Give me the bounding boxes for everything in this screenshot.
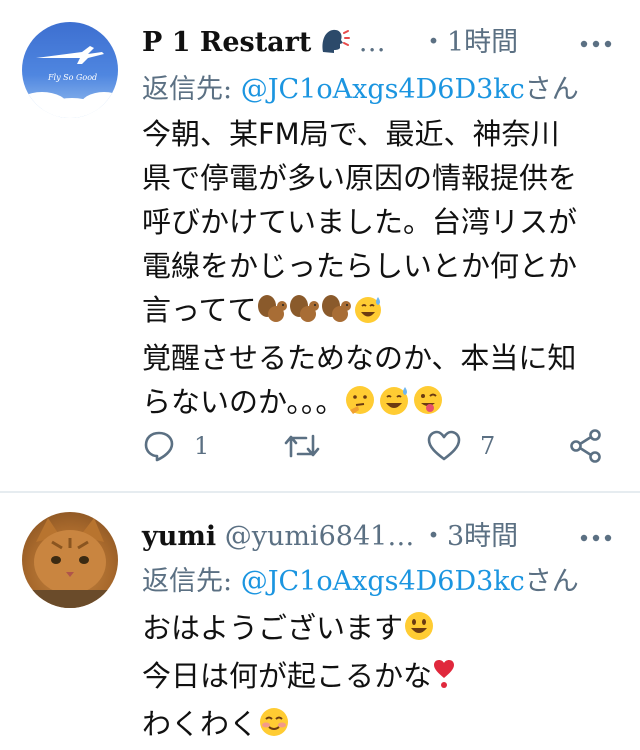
- speaking-head-icon: [320, 27, 350, 64]
- handle: …: [358, 27, 386, 58]
- text-line: 言ってて: [142, 293, 257, 327]
- retweet-icon: [284, 434, 320, 458]
- retweet-button[interactable]: [282, 424, 322, 468]
- like-button[interactable]: 7: [426, 424, 495, 468]
- timestamp[interactable]: ・1時間: [420, 26, 518, 60]
- heart-exclamation-icon: [432, 658, 456, 702]
- text-line-with-emoji: 言ってて: [142, 288, 612, 336]
- text-line: 今朝、某FM局で、最近、神奈川: [142, 117, 560, 151]
- text-line-with-emoji: わくわく: [142, 702, 612, 750]
- reply-icon: [144, 431, 174, 462]
- reply-suffix: さん: [524, 74, 579, 105]
- text-line: 呼びかけていました。台湾リスが: [142, 205, 578, 239]
- reply-mention[interactable]: @JC1oAxgs4D6D3kc: [241, 74, 525, 105]
- reply-to: 返信先: @JC1oAxgs4D6D3kcさん: [142, 72, 579, 108]
- avatar-caption: Fly So Good: [47, 73, 97, 82]
- reply-label: 返信先:: [142, 566, 241, 597]
- avatar[interactable]: [22, 512, 118, 608]
- share-button[interactable]: [568, 424, 604, 468]
- reply-button[interactable]: 1: [142, 424, 209, 468]
- thinking-face-icon: [344, 384, 378, 428]
- tweet[interactable]: yumi @yumi6841… ・3時間 返信先: @JC1oAxgs4D6D3…: [0, 492, 640, 741]
- text-line: 覚醒させるためなのか、本当に知: [142, 341, 577, 375]
- text-line: おはようございます: [142, 611, 404, 645]
- more-icon[interactable]: [578, 30, 614, 58]
- sweat-smile-icon: [353, 292, 385, 336]
- reply-suffix: さん: [524, 566, 579, 597]
- more-icon[interactable]: [578, 524, 614, 552]
- smile-icon: [403, 610, 437, 654]
- text-line: 電線をかじったらしいとか何とか: [142, 249, 578, 283]
- tweet-text: おはようございます 今日は何が起こるかな わくわく: [142, 606, 612, 750]
- cat-avatar-image: [22, 518, 118, 608]
- display-name[interactable]: P 1 Restart: [142, 27, 311, 58]
- text-line-with-emoji: 今日は何が起こるかな: [142, 654, 612, 702]
- chipmunk-icon: [257, 292, 289, 336]
- avatar[interactable]: Fly So Good: [22, 22, 118, 118]
- share-icon: [570, 429, 601, 463]
- text-line: 県で停電が多い原因の情報提供を: [142, 161, 578, 195]
- chipmunk-icon: [321, 292, 353, 336]
- airplane-avatar-image: Fly So Good: [22, 46, 118, 118]
- blush-icon: [258, 706, 292, 750]
- handle: @yumi6841…: [224, 521, 415, 552]
- tweet-actions: 1 7: [142, 424, 612, 468]
- tweet-header: P 1 Restart …: [142, 26, 386, 64]
- text-line: らないのか。。。: [142, 385, 345, 419]
- text-line: 今日は何が起こるかな: [142, 659, 433, 693]
- tweet-header: yumi @yumi6841…: [142, 520, 414, 554]
- reply-mention[interactable]: @JC1oAxgs4D6D3kc: [241, 566, 525, 597]
- reply-to: 返信先: @JC1oAxgs4D6D3kcさん: [142, 564, 579, 600]
- reply-count: 1: [194, 432, 210, 460]
- text-line-with-emoji: おはようございます: [142, 606, 612, 654]
- text-line-with-emoji: らないのか。。。: [142, 380, 612, 428]
- like-icon: [427, 430, 461, 461]
- reply-label: 返信先:: [142, 74, 241, 105]
- tweet-text: 今朝、某FM局で、最近、神奈川 県で停電が多い原因の情報提供を 呼びかけていまし…: [142, 112, 612, 428]
- display-name[interactable]: yumi: [142, 521, 216, 552]
- wink-tongue-icon: [412, 384, 446, 428]
- tweet[interactable]: Fly So Good P 1 Restart … ・1時間 返信先: @JC1…: [0, 0, 640, 492]
- timestamp[interactable]: ・3時間: [420, 520, 518, 554]
- like-count: 7: [480, 432, 496, 460]
- sweat-smile-icon: [378, 384, 412, 428]
- chipmunk-icon: [289, 292, 321, 336]
